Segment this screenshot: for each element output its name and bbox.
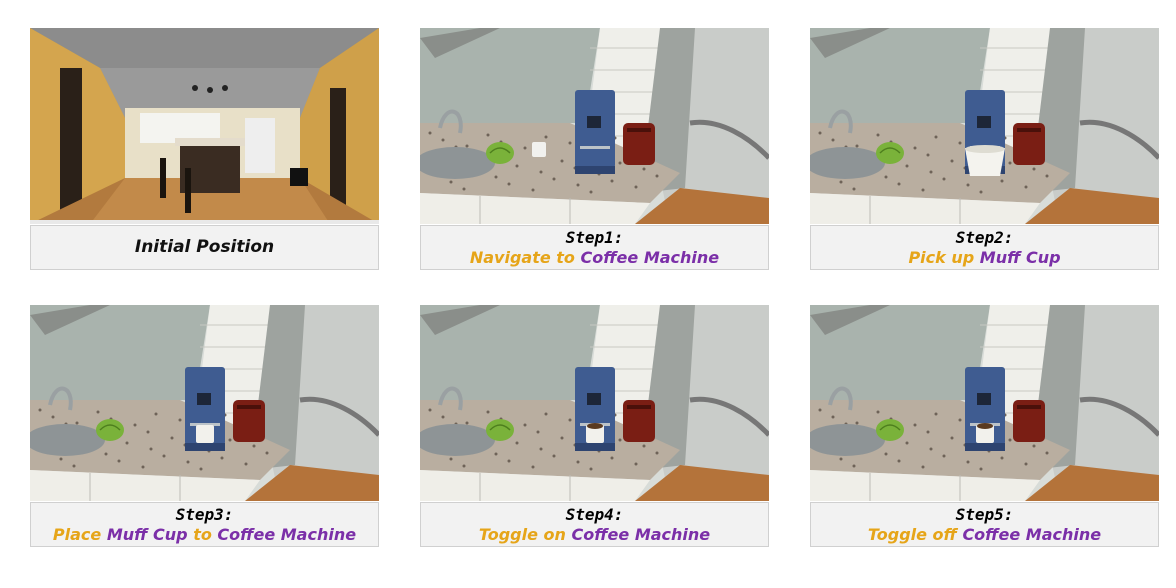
kitchen-scene-image [420, 305, 769, 501]
action-line: Pick up Muff Cup [908, 248, 1060, 268]
action-verb: Navigate to [469, 247, 575, 267]
kitchen-scene-image [810, 28, 1159, 224]
caption-step3: Step3: Place Muff Cup to Coffee Machine [30, 502, 379, 547]
step-label: Step1: [565, 227, 624, 247]
step-label: Step5: [955, 504, 1014, 524]
caption-step1: Step1: Navigate to Coffee Machine [420, 225, 769, 270]
target-object: Coffee Machine [571, 524, 711, 544]
caption-step4: Step4: Toggle on Coffee Machine [420, 502, 769, 547]
kitchen-scene-image [810, 305, 1159, 501]
caption-initial: Initial Position [30, 225, 379, 270]
step-label: Step4: [565, 504, 624, 524]
step-label: Step2: [955, 227, 1014, 247]
action-verb: to [193, 524, 212, 544]
caption-step2: Step2: Pick up Muff Cup [810, 225, 1159, 270]
target-object: Coffee Machine [217, 524, 357, 544]
action-verb: Pick up [908, 247, 975, 267]
action-line: Navigate to Coffee Machine [470, 248, 719, 268]
kitchen-scene-image [420, 28, 769, 224]
caption-text: Initial Position [134, 236, 275, 257]
room-scene-image [30, 28, 379, 224]
kitchen-scene-image [30, 305, 379, 501]
target-object: Muff Cup [106, 524, 188, 544]
action-verb: Toggle on [478, 524, 566, 544]
step-label: Step3: [175, 504, 234, 524]
action-verb: Place [52, 524, 102, 544]
action-verb: Toggle off [867, 524, 957, 544]
action-line: Place Muff Cup to Coffee Machine [53, 525, 356, 545]
target-object: Coffee Machine [962, 524, 1102, 544]
caption-step5: Step5: Toggle off Coffee Machine [810, 502, 1159, 547]
action-line: Toggle on Coffee Machine [479, 525, 710, 545]
target-object: Coffee Machine [580, 247, 720, 267]
target-object: Muff Cup [979, 247, 1061, 267]
action-line: Toggle off Coffee Machine [868, 525, 1101, 545]
